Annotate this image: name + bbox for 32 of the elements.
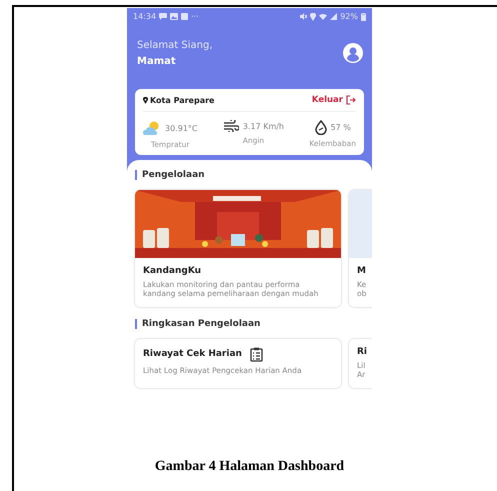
location-label: Kota Parepare [143,96,214,104]
clipboard-icon [250,346,263,362]
section-title: Ringkasan Pengelolaan [142,318,260,329]
section-title: Pengelolaan [142,170,205,180]
logout-icon [346,95,356,105]
card-title: M [356,265,367,278]
battery-percent: 92% [340,12,358,21]
battery-icon [361,12,366,20]
sun-cloud-icon [143,120,161,136]
greeting-text: Selamat Siang, [137,40,212,50]
droplet-icon [314,120,327,135]
logout-button[interactable]: Keluar [312,95,356,105]
mute-icon [300,13,308,20]
stat-value: 57 % [330,123,351,132]
clock: 14:34 [133,12,156,21]
wind-icon [222,120,239,132]
card-title: Riwayat Cek Harian [135,338,341,366]
square-icon [181,13,188,20]
image-icon [170,13,178,20]
pin-icon [143,96,148,104]
signal-icon [330,13,338,20]
stat-value: 30.91°C [165,124,198,132]
location-icon [310,12,316,20]
card-title: Ri [356,346,368,359]
chat-icon [159,13,168,20]
wifi-icon [319,13,328,20]
more-notifications: ··· [191,12,199,21]
card-title: KandangKu [142,265,202,278]
stat-value: 3.17 Km/h [242,122,284,130]
avatar-icon[interactable] [343,43,363,63]
user-name: Mamat [137,56,177,66]
figure-caption: Gambar 4 Halaman Dashboard [154,459,344,475]
